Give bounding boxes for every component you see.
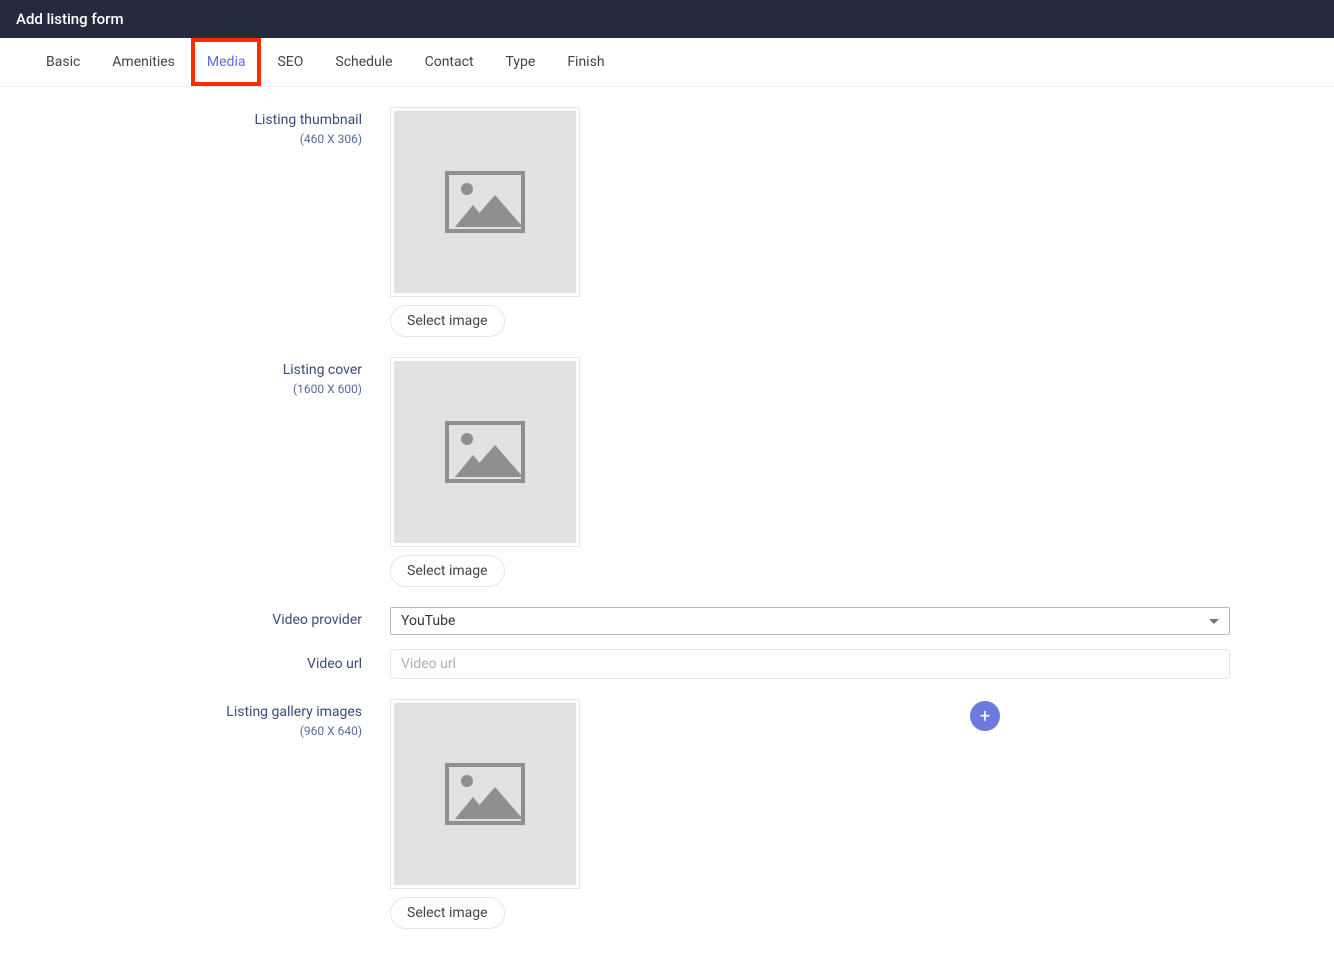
video-url-input[interactable] bbox=[390, 649, 1230, 679]
label-listing-cover-size: (1600 X 600) bbox=[30, 381, 362, 398]
tab-schedule[interactable]: Schedule bbox=[319, 38, 408, 86]
tab-label: Contact bbox=[425, 54, 474, 70]
page-title: Add listing form bbox=[16, 10, 124, 28]
field-video-url bbox=[390, 649, 1230, 679]
tabs: Basic Amenities Media SEO Schedule Contact Typ… bbox=[30, 38, 1304, 86]
tab-type[interactable]: Type bbox=[490, 38, 552, 86]
video-provider-select[interactable]: YouTube bbox=[390, 607, 1230, 635]
field-gallery-images: Select image + bbox=[390, 699, 1230, 929]
label-video-provider: Video provider bbox=[30, 607, 390, 631]
label-listing-thumbnail: Listing thumbnail (460 X 306) bbox=[30, 107, 390, 147]
tab-contact[interactable]: Contact bbox=[409, 38, 490, 86]
row-video-url: Video url bbox=[30, 649, 1304, 679]
tab-media[interactable]: Media bbox=[191, 38, 262, 86]
form-body: Listing thumbnail (460 X 306) Select ima… bbox=[0, 87, 1334, 969]
row-gallery-images: Listing gallery images (960 X 640) Selec… bbox=[30, 699, 1304, 929]
row-video-provider: Video provider YouTube bbox=[30, 607, 1304, 635]
cover-placeholder[interactable] bbox=[390, 357, 580, 547]
select-cover-button[interactable]: Select image bbox=[390, 555, 505, 587]
image-placeholder-icon bbox=[394, 111, 576, 293]
row-listing-cover: Listing cover (1600 X 600) Select image bbox=[30, 357, 1304, 587]
page-header: Add listing form bbox=[0, 0, 1334, 38]
label-video-provider-text: Video provider bbox=[272, 612, 362, 628]
label-listing-thumbnail-text: Listing thumbnail bbox=[30, 111, 362, 131]
label-listing-cover: Listing cover (1600 X 600) bbox=[30, 357, 390, 397]
label-video-url-text: Video url bbox=[307, 656, 362, 672]
tab-label: Amenities bbox=[112, 54, 175, 70]
tab-label: SEO bbox=[277, 54, 303, 70]
image-placeholder-icon bbox=[394, 361, 576, 543]
image-placeholder-icon bbox=[394, 703, 576, 885]
label-listing-thumbnail-size: (460 X 306) bbox=[30, 131, 362, 148]
field-listing-cover: Select image bbox=[390, 357, 1230, 587]
label-video-url: Video url bbox=[30, 649, 390, 675]
select-gallery-button[interactable]: Select image bbox=[390, 897, 505, 929]
tab-seo[interactable]: SEO bbox=[261, 38, 319, 86]
select-thumbnail-button[interactable]: Select image bbox=[390, 305, 505, 337]
field-video-provider: YouTube bbox=[390, 607, 1230, 635]
tab-amenities[interactable]: Amenities bbox=[96, 38, 191, 86]
image-icon bbox=[445, 421, 525, 483]
video-provider-value: YouTube bbox=[401, 613, 455, 629]
tab-label: Basic bbox=[46, 54, 80, 70]
chevron-down-icon bbox=[1209, 619, 1219, 624]
tab-label: Media bbox=[207, 54, 246, 70]
plus-icon: + bbox=[980, 706, 990, 727]
label-listing-cover-text: Listing cover bbox=[30, 361, 362, 381]
image-icon bbox=[445, 171, 525, 233]
tabs-container: Basic Amenities Media SEO Schedule Contact Typ… bbox=[0, 38, 1334, 87]
tab-basic[interactable]: Basic bbox=[30, 38, 96, 86]
field-listing-thumbnail: Select image bbox=[390, 107, 1230, 337]
tab-finish[interactable]: Finish bbox=[551, 38, 620, 86]
tab-label: Schedule bbox=[335, 54, 392, 70]
label-gallery-text: Listing gallery images bbox=[30, 703, 362, 723]
gallery-placeholder[interactable] bbox=[390, 699, 580, 889]
tab-label: Type bbox=[506, 54, 536, 70]
label-gallery-size: (960 X 640) bbox=[30, 723, 362, 740]
tab-label: Finish bbox=[567, 54, 604, 70]
label-gallery-images: Listing gallery images (960 X 640) bbox=[30, 699, 390, 739]
image-icon bbox=[445, 763, 525, 825]
thumbnail-placeholder[interactable] bbox=[390, 107, 580, 297]
add-gallery-image-button[interactable]: + bbox=[970, 701, 1000, 731]
row-listing-thumbnail: Listing thumbnail (460 X 306) Select ima… bbox=[30, 107, 1304, 337]
